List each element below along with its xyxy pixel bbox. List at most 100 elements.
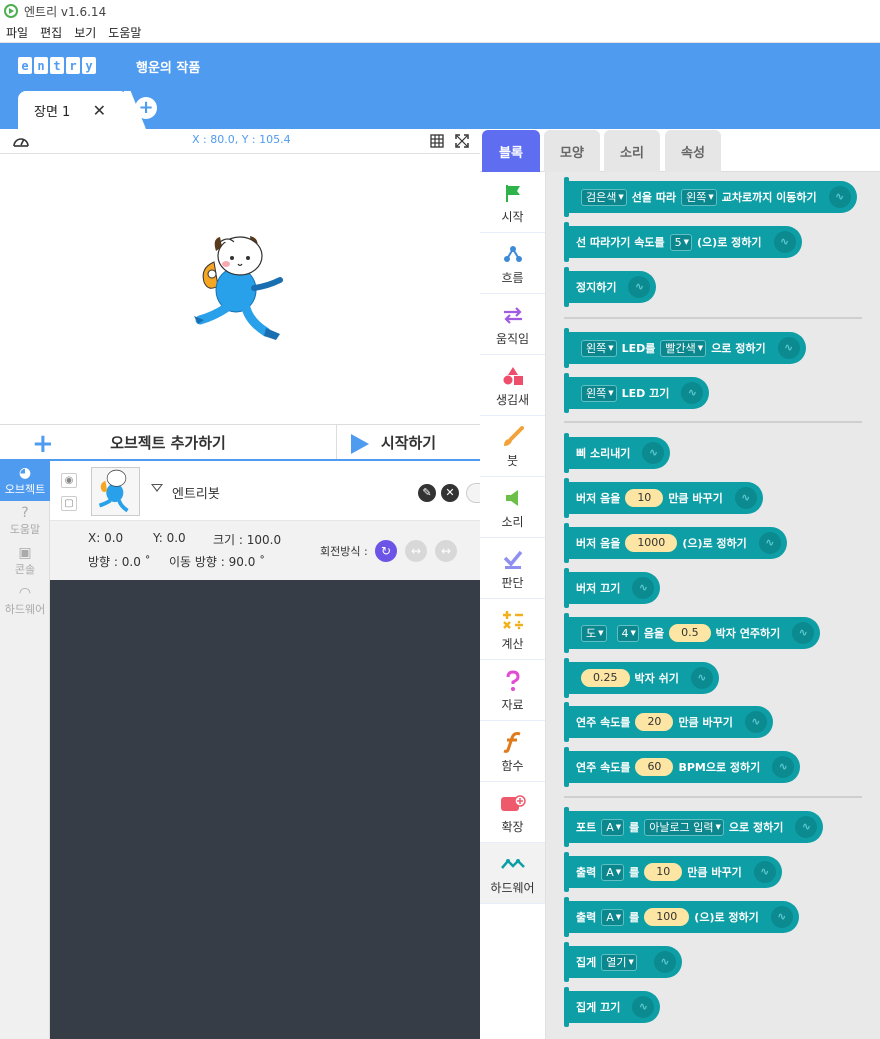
category-flow[interactable]: 흐름 <box>480 233 545 294</box>
menu-edit[interactable]: 편집 <box>34 24 68 41</box>
close-icon[interactable]: ✕ <box>93 101 106 120</box>
block-buzzer-off[interactable]: 버저 끄기 ∿ <box>564 568 661 608</box>
category-start[interactable]: 시작 <box>480 172 545 233</box>
side-nav-object[interactable]: ◕ 오브젝트 <box>0 461 50 501</box>
block-gripper-off[interactable]: 집게 끄기 ∿ <box>564 987 661 1027</box>
note-dropdown[interactable]: 도 <box>581 624 607 642</box>
port-dropdown[interactable]: A <box>601 908 625 926</box>
category-move[interactable]: 움직임 <box>480 294 545 355</box>
mode-dropdown[interactable]: 아날로그 입력 <box>644 818 724 836</box>
gripper-dropdown[interactable]: 열기 <box>601 953 637 971</box>
add-object-button[interactable]: + 오브젝트 추가하기 <box>0 425 337 459</box>
hardware-icon: ∿ <box>828 186 851 208</box>
rotate-free-icon[interactable]: ↻ <box>375 540 397 562</box>
tab-blocks[interactable]: 블록 <box>482 130 540 172</box>
grid-icon[interactable] <box>430 134 444 148</box>
entrybot-sprite[interactable] <box>190 232 290 347</box>
block-play-note[interactable]: 도4 음을 0.5 박자 연주하기 ∿ <box>564 613 821 653</box>
number-input[interactable]: 20 <box>635 713 674 731</box>
direction-dropdown[interactable]: 왼쪽 <box>681 188 717 206</box>
category-looks[interactable]: 생김새 <box>480 355 545 416</box>
speed-gauge-icon[interactable] <box>12 134 30 148</box>
number-input[interactable]: 1000 <box>625 534 678 552</box>
menu-view[interactable]: 보기 <box>68 24 102 41</box>
port-dropdown[interactable]: A <box>601 818 625 836</box>
category-sound[interactable]: 소리 <box>480 477 545 538</box>
stage-buttons: + 오브젝트 추가하기 시작하기 <box>0 424 480 461</box>
side-nav-help[interactable]: ? 도움말 <box>0 501 50 541</box>
side-nav-hardware[interactable]: ◠ 하드웨어 <box>0 581 50 621</box>
block-led-set[interactable]: 왼쪽 LED를 빨간색 으로 정하기 ∿ <box>564 328 806 368</box>
title-bar: 엔트리 v1.6.14 <box>0 0 880 22</box>
rotate-horizontal-icon[interactable]: ↔ <box>405 540 427 562</box>
visibility-eye-icon[interactable]: ◉ <box>61 473 77 488</box>
side-dropdown[interactable]: 왼쪽 <box>581 384 617 402</box>
add-scene-button[interactable]: + <box>135 97 157 119</box>
color-dropdown[interactable]: 검은색 <box>581 188 627 206</box>
number-input[interactable]: 10 <box>644 863 683 881</box>
prop-direction[interactable]: 방향 : 0.0 ˚ <box>88 553 151 570</box>
block-tempo-change[interactable]: 연주 속도를 20 만큼 바꾸기 ∿ <box>564 702 773 742</box>
prop-size[interactable]: 크기 : 100.0 <box>213 531 281 548</box>
block-buzzer-change[interactable]: 버저 음을 10 만큼 바꾸기 ∿ <box>564 478 763 518</box>
tab-sounds[interactable]: 소리 <box>604 130 660 172</box>
block-gripper[interactable]: 집게 열기 ∿ <box>564 942 682 982</box>
number-input[interactable]: 0.25 <box>581 669 630 687</box>
block-text: 출력 <box>576 866 597 879</box>
block-led-off[interactable]: 왼쪽 LED 끄기 ∿ <box>564 373 710 413</box>
expand-caret-icon[interactable] <box>151 484 163 492</box>
block-beep[interactable]: 삐 소리내기 ∿ <box>564 433 671 473</box>
octave-dropdown[interactable]: 4 <box>616 624 639 642</box>
lock-icon[interactable]: ▢ <box>61 496 77 511</box>
start-button[interactable]: 시작하기 <box>337 425 480 459</box>
category-hardware[interactable]: 하드웨어 <box>480 843 545 904</box>
block-rest[interactable]: 0.25 박자 쉬기 ∿ <box>564 658 719 698</box>
block-tempo-set[interactable]: 연주 속도를 60 BPM으로 정하기 ∿ <box>564 747 801 787</box>
speed-dropdown[interactable]: 5 <box>669 233 693 251</box>
number-input[interactable]: 10 <box>625 489 664 507</box>
block-text: BPM으로 정하기 <box>678 761 761 774</box>
entry-logo[interactable]: e n t r y <box>18 57 96 74</box>
category-data[interactable]: 자료 <box>480 660 545 721</box>
category-extension[interactable]: 확장 <box>480 782 545 843</box>
block-line-follow[interactable]: 검은색 선을 따라 왼쪽 교차로까지 이동하기 ∿ <box>564 177 857 217</box>
block-line-speed[interactable]: 선 따라가기 속도를 5 (으)로 정하기 ∿ <box>564 222 802 262</box>
number-input[interactable]: 60 <box>635 758 674 776</box>
object-list-item[interactable]: ◉ ▢ 엔트리봇 ✎ ✕ <box>50 461 480 521</box>
category-brush[interactable]: 붓 <box>480 416 545 477</box>
color-dropdown[interactable]: 빨간색 <box>660 339 707 357</box>
object-name[interactable]: 엔트리봇 <box>172 483 220 502</box>
menu-file[interactable]: 파일 <box>0 24 34 41</box>
side-dropdown[interactable]: 왼쪽 <box>581 339 617 357</box>
prop-move-direction[interactable]: 이동 방향 : 90.0 ˚ <box>169 553 265 570</box>
scene-tab-label: 장면 1 <box>34 104 71 120</box>
category-judge[interactable]: 판단 <box>480 538 545 599</box>
project-title[interactable]: 행운의 작품 <box>136 57 200 76</box>
tab-properties[interactable]: 속성 <box>665 130 721 172</box>
category-func[interactable]: 함수 <box>480 721 545 782</box>
prop-x[interactable]: X: 0.0 <box>88 531 123 545</box>
port-dropdown[interactable]: A <box>601 863 625 881</box>
hardware-icon: ∿ <box>632 996 655 1018</box>
category-calc[interactable]: 계산 <box>480 599 545 660</box>
stage-canvas[interactable] <box>0 154 480 424</box>
delete-x-icon[interactable]: ✕ <box>441 484 459 502</box>
number-input[interactable]: 100 <box>644 908 690 926</box>
hardware-icon: ∿ <box>744 711 767 733</box>
tab-shapes[interactable]: 모양 <box>544 130 600 172</box>
fullscreen-icon[interactable] <box>455 134 469 148</box>
block-port-mode[interactable]: 포트 A를 아날로그 입력 으로 정하기 ∿ <box>564 807 824 847</box>
scene-tab[interactable]: 장면 1 ✕ <box>18 91 128 129</box>
rotate-none-icon[interactable]: ↔ <box>435 540 457 562</box>
drag-handle[interactable] <box>466 483 480 503</box>
block-output-change[interactable]: 출력 A를 10 만큼 바꾸기 ∿ <box>564 852 782 892</box>
side-nav-console[interactable]: ▣ 콘솔 <box>0 541 50 581</box>
edit-pencil-icon[interactable]: ✎ <box>418 484 436 502</box>
block-buzzer-set[interactable]: 버저 음을 1000 (으)로 정하기 ∿ <box>564 523 787 563</box>
menu-help[interactable]: 도움말 <box>102 24 147 41</box>
number-input[interactable]: 0.5 <box>669 624 711 642</box>
block-output-set[interactable]: 출력 A를 100 (으)로 정하기 ∿ <box>564 897 799 937</box>
block-stop[interactable]: 정지하기 ∿ <box>564 267 657 307</box>
hardware-icon: ∿ <box>792 622 815 644</box>
prop-y[interactable]: Y: 0.0 <box>153 531 186 545</box>
